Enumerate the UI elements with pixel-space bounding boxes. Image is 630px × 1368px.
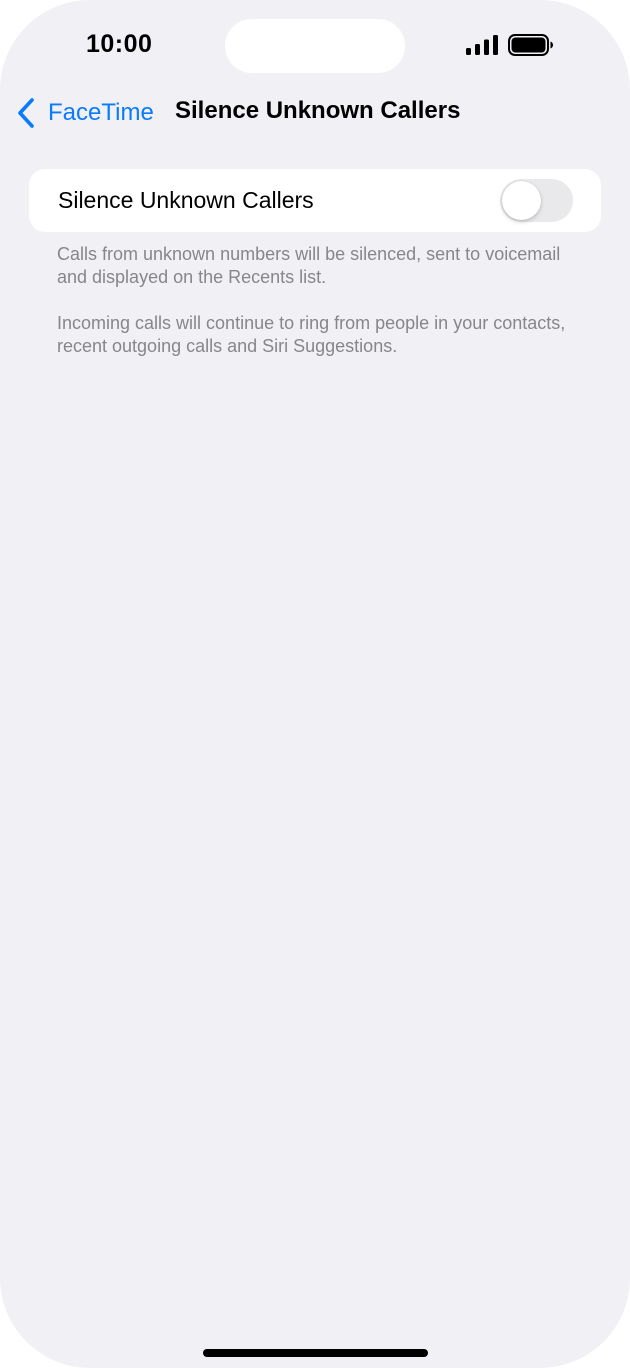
status-time: 10:00 bbox=[86, 30, 153, 58]
footer-description-2: Incoming calls will continue to ring fro… bbox=[57, 313, 566, 356]
footer-description-1: Calls from unknown numbers will be silen… bbox=[57, 244, 561, 287]
settings-group: Silence Unknown Callers bbox=[29, 169, 601, 232]
phone-screen: 10:00 FaceTime Silence Unknown Callers S… bbox=[0, 0, 630, 1368]
toggle-knob bbox=[502, 181, 541, 220]
silence-unknown-callers-toggle[interactable] bbox=[500, 179, 573, 222]
home-indicator[interactable] bbox=[203, 1349, 428, 1357]
dynamic-island bbox=[225, 19, 405, 73]
status-bar: 10:00 bbox=[0, 0, 630, 90]
back-button-label: FaceTime bbox=[48, 99, 154, 126]
page-title: Silence Unknown Callers bbox=[175, 97, 461, 124]
signal-icon bbox=[466, 35, 498, 55]
back-button[interactable]: FaceTime bbox=[16, 96, 154, 130]
navigation-bar: FaceTime Silence Unknown Callers bbox=[0, 90, 630, 136]
silence-unknown-callers-label: Silence Unknown Callers bbox=[58, 187, 314, 213]
chevron-left-icon bbox=[18, 98, 34, 128]
battery-icon bbox=[508, 34, 553, 56]
